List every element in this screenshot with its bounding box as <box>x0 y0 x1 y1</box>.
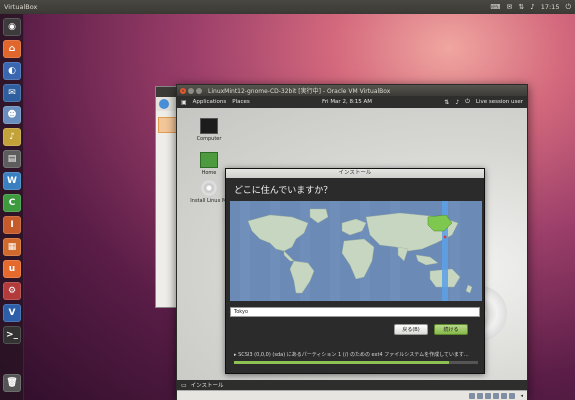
vm-statusbar: ◂ <box>177 390 527 400</box>
guest-clock[interactable]: Fri Mar 2, 8:15 AM <box>322 99 372 105</box>
empathy-icon[interactable]: ☻ <box>3 106 21 124</box>
maximize-icon[interactable] <box>196 87 202 94</box>
continue-button[interactable]: 続ける <box>434 324 468 335</box>
installer-titlebar[interactable]: インストール <box>226 169 484 178</box>
places-menu[interactable]: Places <box>232 99 250 105</box>
timezone-city-input[interactable] <box>230 307 480 317</box>
guest-desktop: Computer Home Install Linux Mi インストール どこ… <box>177 108 527 380</box>
settings-icon[interactable]: ⚙ <box>3 282 21 300</box>
mail-icon[interactable]: ✉ <box>507 3 513 11</box>
session-user[interactable]: Live session user <box>476 99 523 105</box>
clock[interactable]: 17:15 <box>541 3 560 11</box>
writer-icon[interactable]: W <box>3 172 21 190</box>
trash-icon[interactable]: 🗑 <box>3 374 21 392</box>
system-tray: ⌨ ✉ ⇅ ♪ 17:15 ⏻ <box>490 3 571 11</box>
taskbar-item-installer[interactable]: インストール <box>191 381 224 389</box>
back-button[interactable]: 戻る(B) <box>394 324 428 335</box>
applications-menu[interactable]: Applications <box>193 99 227 105</box>
installer-heading: どこに住んでいますか？ <box>234 186 333 196</box>
files-icon[interactable]: ⌂ <box>3 40 21 58</box>
top-panel: VirtualBox ⌨ ✉ ⇅ ♪ 17:15 ⏻ <box>0 0 575 14</box>
active-app-title: VirtualBox <box>4 3 38 11</box>
vm-titlebar[interactable]: × LinuxMint12-gnome-CD-32bit [実行中] - Ora… <box>177 85 527 96</box>
installation-status-text: ▸ SCSI3 (0,0,0) (sda) にあるパーティション 1 (/) の… <box>234 352 469 358</box>
computer-icon <box>200 118 218 134</box>
show-desktop-icon[interactable]: ▭ <box>181 382 187 389</box>
virtualbox-icon[interactable]: V <box>3 304 21 322</box>
calc-icon[interactable]: C <box>3 194 21 212</box>
rhythmbox-icon[interactable]: ♪ <box>3 128 21 146</box>
software-center-icon[interactable]: ▦ <box>3 238 21 256</box>
close-icon[interactable]: × <box>180 87 186 94</box>
progress-fill <box>234 361 449 364</box>
home-folder-icon <box>200 152 218 168</box>
install-disc-icon <box>201 180 217 196</box>
vm-list-item[interactable] <box>158 117 177 133</box>
network-icon[interactable]: ⇅ <box>518 3 524 11</box>
usb-icon[interactable] <box>485 392 492 399</box>
power-icon[interactable]: ⏻ <box>565 3 571 11</box>
installer-dialog[interactable]: インストール どこに住んでいますか？ Tokyo 戻る(B) 続ける ▸ SCS… <box>225 168 485 374</box>
desktop-icon-install[interactable]: Install Linux Mi <box>189 180 229 204</box>
cd-icon[interactable] <box>477 392 484 399</box>
new-vm-icon[interactable] <box>159 99 169 109</box>
vm-window[interactable]: × LinuxMint12-gnome-CD-32bit [実行中] - Ora… <box>176 84 528 400</box>
shared-folder-icon[interactable] <box>501 392 508 399</box>
volume-icon[interactable]: ♪ <box>530 3 534 11</box>
desktop-icon-home[interactable]: Home <box>189 152 229 176</box>
keyboard-icon[interactable]: ⌨ <box>490 3 500 11</box>
desktop-icon-computer[interactable]: Computer <box>189 118 229 142</box>
firefox-icon[interactable]: ◐ <box>3 62 21 80</box>
ubuntu-one-icon[interactable]: u <box>3 260 21 278</box>
dash-home-icon[interactable]: ◉ <box>3 18 21 36</box>
guest-taskbar: ▭ インストール <box>177 380 527 390</box>
network-icon[interactable]: ⇅ <box>444 99 449 106</box>
power-icon[interactable]: ⏻ <box>465 98 470 106</box>
volume-icon[interactable]: ♪ <box>455 99 459 106</box>
host-key-indicator: ◂ <box>520 392 523 399</box>
terminal-printer-icon[interactable]: ▤ <box>3 150 21 168</box>
guest-top-panel: ▣ Applications Places Fri Mar 2, 8:15 AM… <box>177 96 527 108</box>
vm-window-title: LinuxMint12-gnome-CD-32bit [実行中] - Oracl… <box>208 88 391 95</box>
terminal-icon[interactable]: >_ <box>3 326 21 344</box>
mint-menu-icon[interactable]: ▣ <box>181 99 187 106</box>
minimize-icon[interactable] <box>188 87 194 94</box>
impress-icon[interactable]: I <box>3 216 21 234</box>
hdd-icon[interactable] <box>469 392 476 399</box>
thunderbird-icon[interactable]: ✉ <box>3 84 21 102</box>
timezone-map[interactable] <box>230 201 482 301</box>
network-adapter-icon[interactable] <box>493 392 500 399</box>
mouse-integration-icon[interactable] <box>509 392 516 399</box>
installation-progress-bar <box>234 361 478 364</box>
launcher: ◉ ⌂ ◐ ✉ ☻ ♪ ▤ W C I ▦ u ⚙ V >_ 🗑 <box>0 14 24 400</box>
